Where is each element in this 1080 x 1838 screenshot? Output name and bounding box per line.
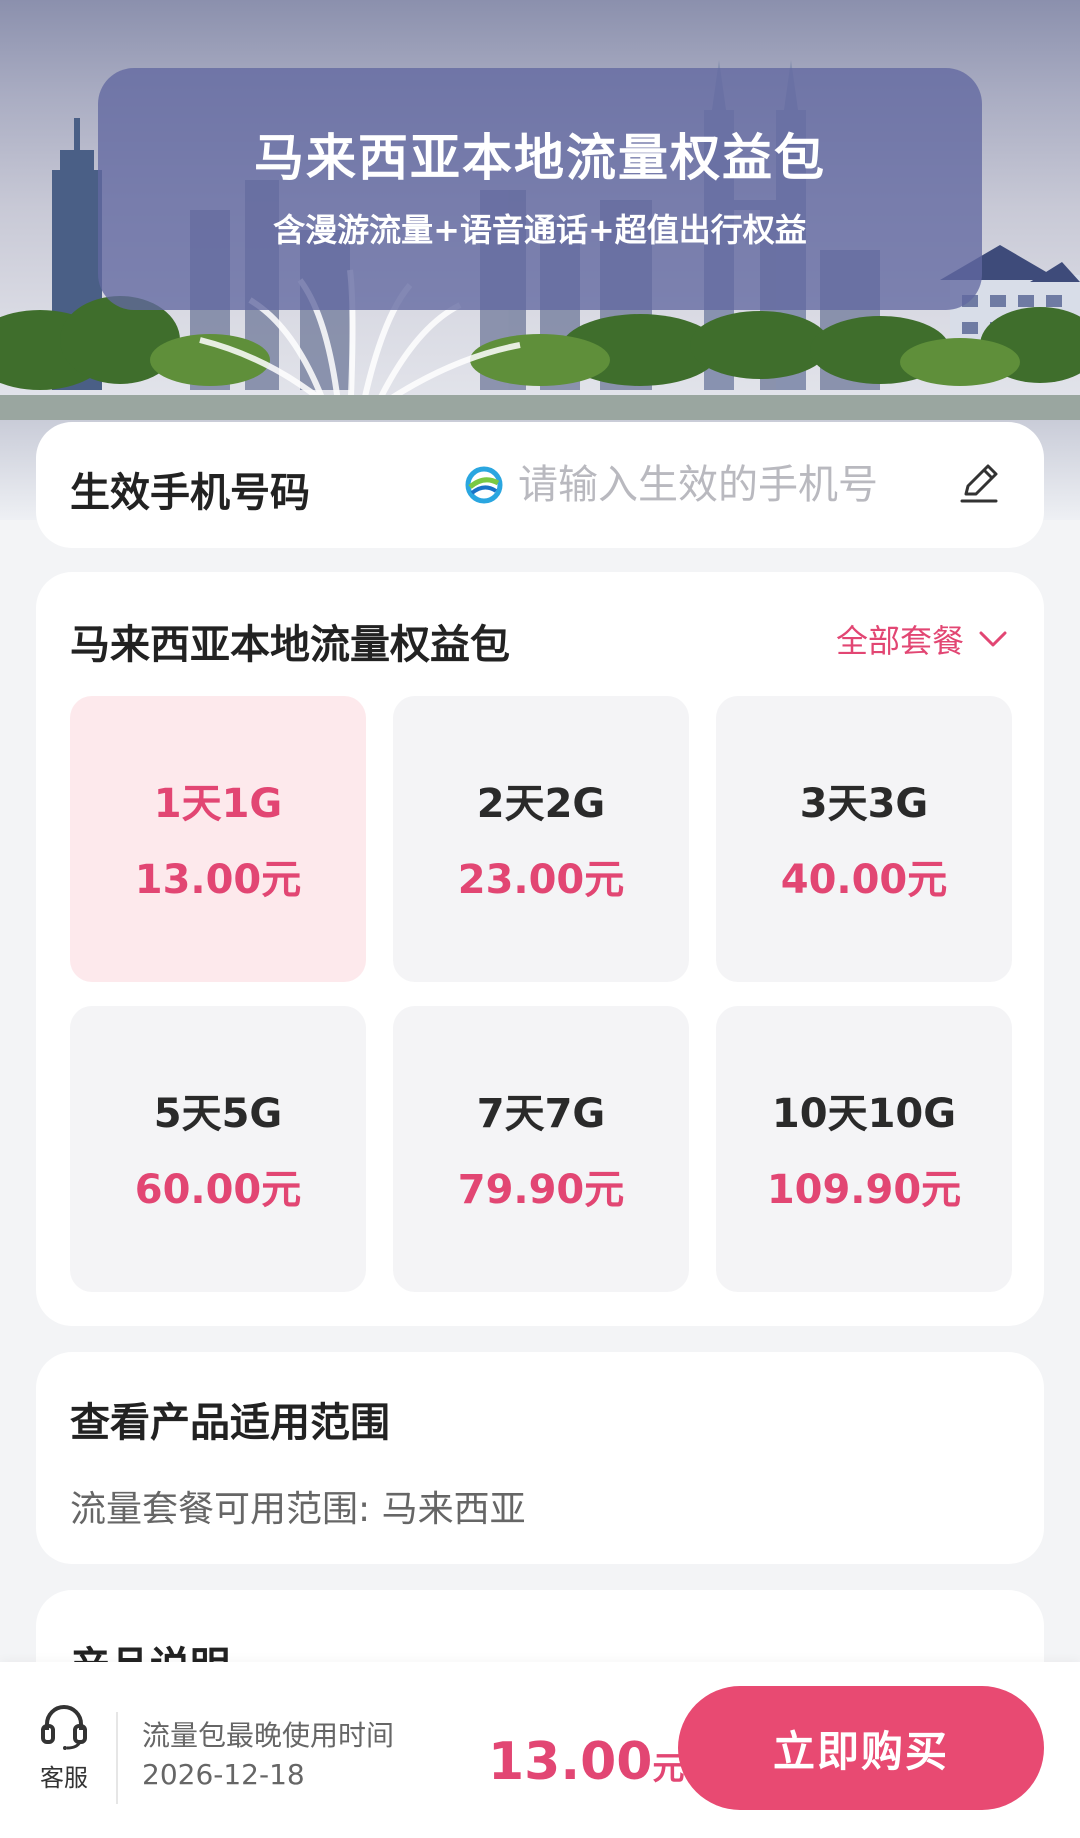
plan-name: 10天10G	[771, 1091, 957, 1137]
plan-price: 79.90元	[457, 1167, 625, 1213]
plan-name: 7天7G	[476, 1091, 606, 1137]
phone-input-wrapper	[464, 452, 944, 518]
plan-option[interactable]: 5天5G 60.00元	[70, 1006, 366, 1292]
customer-service-button[interactable]: 客服	[32, 1704, 96, 1793]
divider	[116, 1712, 118, 1804]
plan-price: 40.00元	[780, 857, 948, 903]
plan-option[interactable]: 7天7G 79.90元	[393, 1006, 689, 1292]
plan-price: 23.00元	[457, 857, 625, 903]
total-price: 13.00元	[488, 1732, 685, 1792]
chevron-down-icon	[979, 631, 1007, 647]
plan-price: 60.00元	[134, 1167, 302, 1213]
plan-name: 1天1G	[153, 781, 283, 827]
plan-option[interactable]: 1天1G 13.00元	[70, 696, 366, 982]
phone-number-card: 生效手机号码	[36, 422, 1044, 548]
pencil-icon[interactable]	[956, 460, 1002, 506]
all-plans-label: 全部套餐	[835, 622, 964, 660]
all-plans-link[interactable]: 全部套餐	[836, 616, 1008, 662]
plan-price: 109.90元	[766, 1167, 962, 1213]
total-amount: 13.00	[488, 1732, 653, 1792]
headset-icon	[41, 1705, 87, 1750]
china-mobile-logo-icon	[465, 466, 503, 504]
bottom-action-bar: 客服 流量包最晚使用时间 2026-12-18 13.00元 立即购买	[0, 1662, 1080, 1838]
product-scope-title: 查看产品适用范围	[70, 1400, 390, 1446]
deadline-date: 2026-12-18	[142, 1758, 305, 1791]
plans-card: 马来西亚本地流量权益包 全部套餐 1天1G 13.00元 2天2G 23.00元…	[36, 572, 1044, 1326]
plan-grid: 1天1G 13.00元 2天2G 23.00元 3天3G 40.00元 5天5G…	[70, 696, 1012, 1292]
plan-name: 2天2G	[476, 781, 606, 827]
product-scope-text: 流量套餐可用范围: 马来西亚	[70, 1489, 526, 1530]
customer-service-label: 客服	[40, 1764, 88, 1792]
plan-option[interactable]: 3天3G 40.00元	[716, 696, 1012, 982]
plan-option[interactable]: 10天10G 109.90元	[716, 1006, 1012, 1292]
hero-title: 马来西亚本地流量权益包	[254, 129, 826, 187]
deadline-label: 流量包最晚使用时间	[142, 1719, 395, 1752]
phone-number-input[interactable]	[518, 462, 938, 508]
product-scope-card[interactable]: 查看产品适用范围 流量套餐可用范围: 马来西亚	[36, 1352, 1044, 1564]
hero-subtitle: 含漫游流量+语音通话+超值出行权益	[273, 211, 807, 249]
plan-name: 5天5G	[153, 1091, 283, 1137]
plans-title: 马来西亚本地流量权益包	[70, 622, 510, 668]
plan-option[interactable]: 2天2G 23.00元	[393, 696, 689, 982]
phone-number-label: 生效手机号码	[70, 470, 310, 516]
hero-title-card: 马来西亚本地流量权益包 含漫游流量+语音通话+超值出行权益	[98, 68, 982, 310]
plan-price: 13.00元	[134, 857, 302, 903]
plan-name: 3天3G	[799, 781, 929, 827]
buy-now-button[interactable]: 立即购买	[678, 1686, 1044, 1810]
